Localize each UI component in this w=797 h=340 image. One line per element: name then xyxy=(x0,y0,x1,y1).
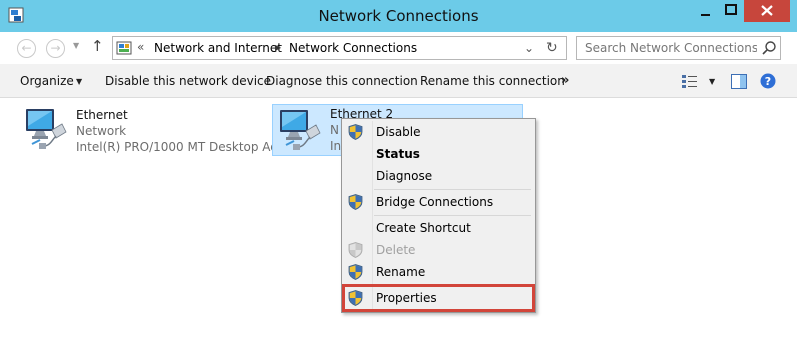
context-menu: Disable Status Diagnose Bridge Connectio… xyxy=(341,118,536,313)
search-input[interactable] xyxy=(577,37,757,59)
maximize-button[interactable] xyxy=(718,0,744,22)
maximize-icon xyxy=(725,4,737,15)
search-icon[interactable] xyxy=(761,40,777,56)
view-options-dropdown-icon[interactable]: ▼ xyxy=(709,77,715,86)
menu-item-label: Delete xyxy=(376,243,416,257)
close-icon xyxy=(761,5,773,16)
network-adapter-icon xyxy=(276,107,322,153)
close-button[interactable] xyxy=(744,0,790,22)
arrow-left-icon: ← xyxy=(21,41,32,55)
minimize-icon xyxy=(701,14,710,16)
breadcrumb-network-and-internet[interactable]: Network and Internet xyxy=(154,41,282,55)
menu-item-label: Status xyxy=(376,147,420,161)
refresh-icon[interactable]: ↻ xyxy=(546,40,558,56)
adapter-name: Ethernet xyxy=(76,108,128,122)
menu-item-label: Bridge Connections xyxy=(376,195,494,209)
rename-connection-button[interactable]: Rename this connection xyxy=(420,74,565,88)
svg-text:?: ? xyxy=(765,75,771,88)
menu-separator xyxy=(374,215,531,216)
uac-shield-icon xyxy=(348,264,363,280)
title-bar: Network Connections xyxy=(0,0,797,32)
preview-pane-icon[interactable] xyxy=(731,74,747,89)
breadcrumb-overflow[interactable]: « xyxy=(137,40,144,54)
menu-item-label: Create Shortcut xyxy=(376,221,471,235)
menu-separator xyxy=(374,189,531,190)
address-bar[interactable]: « Network and Internet ▶ Network Connect… xyxy=(112,36,567,60)
menu-item-bridge-connections[interactable]: Bridge Connections xyxy=(344,191,533,213)
control-panel-icon xyxy=(116,41,132,55)
uac-shield-icon xyxy=(348,242,363,258)
uac-shield-icon xyxy=(348,194,363,210)
menu-item-label: Diagnose xyxy=(376,169,433,183)
adapter-network: N xyxy=(330,123,339,137)
breadcrumb-chevron-icon[interactable]: ▶ xyxy=(275,43,281,52)
disable-device-button[interactable]: Disable this network device xyxy=(105,74,271,88)
menu-item-delete: Delete xyxy=(344,239,533,261)
recent-locations-dropdown-icon[interactable]: ▼ xyxy=(73,41,79,50)
more-commands-button[interactable]: » xyxy=(561,73,569,88)
menu-item-disable[interactable]: Disable xyxy=(344,121,533,143)
menu-item-label: Rename xyxy=(376,265,426,279)
change-view-icon[interactable] xyxy=(681,74,698,89)
command-bar: Organize ▼ Disable this network device D… xyxy=(0,64,797,98)
menu-item-diagnose[interactable]: Diagnose xyxy=(344,165,533,187)
minimize-button[interactable] xyxy=(692,0,718,22)
help-icon[interactable]: ? xyxy=(760,73,776,89)
organize-dropdown-icon[interactable]: ▼ xyxy=(76,77,82,86)
diagnose-connection-button[interactable]: Diagnose this connection xyxy=(266,74,418,88)
adapter-device: Intel(R) PRO/1000 MT Desktop Ad... xyxy=(76,140,290,154)
menu-item-create-shortcut[interactable]: Create Shortcut xyxy=(344,217,533,239)
up-level-button[interactable]: ↑ xyxy=(91,37,104,55)
uac-shield-icon xyxy=(348,124,363,140)
navigation-bar: ← → ▼ ↑ « Network and Internet ▶ Network… xyxy=(0,32,797,64)
menu-item-rename[interactable]: Rename xyxy=(344,261,533,283)
window-title: Network Connections xyxy=(318,7,479,25)
address-dropdown-icon[interactable]: ⌄ xyxy=(524,41,534,55)
organize-menu[interactable]: Organize xyxy=(20,74,74,88)
adapter-network: Network xyxy=(76,124,127,138)
back-button[interactable]: ← xyxy=(17,39,36,58)
breadcrumb-network-connections[interactable]: Network Connections xyxy=(289,41,417,55)
menu-item-label: Disable xyxy=(376,125,421,139)
menu-item-status[interactable]: Status xyxy=(344,143,533,165)
search-box[interactable] xyxy=(576,36,781,60)
properties-highlight-box xyxy=(342,284,535,312)
network-adapter-icon xyxy=(22,106,68,152)
arrow-right-icon: → xyxy=(50,41,61,55)
adapter-ethernet[interactable]: Ethernet Network Intel(R) PRO/1000 MT De… xyxy=(18,102,289,157)
forward-button[interactable]: → xyxy=(46,39,65,58)
